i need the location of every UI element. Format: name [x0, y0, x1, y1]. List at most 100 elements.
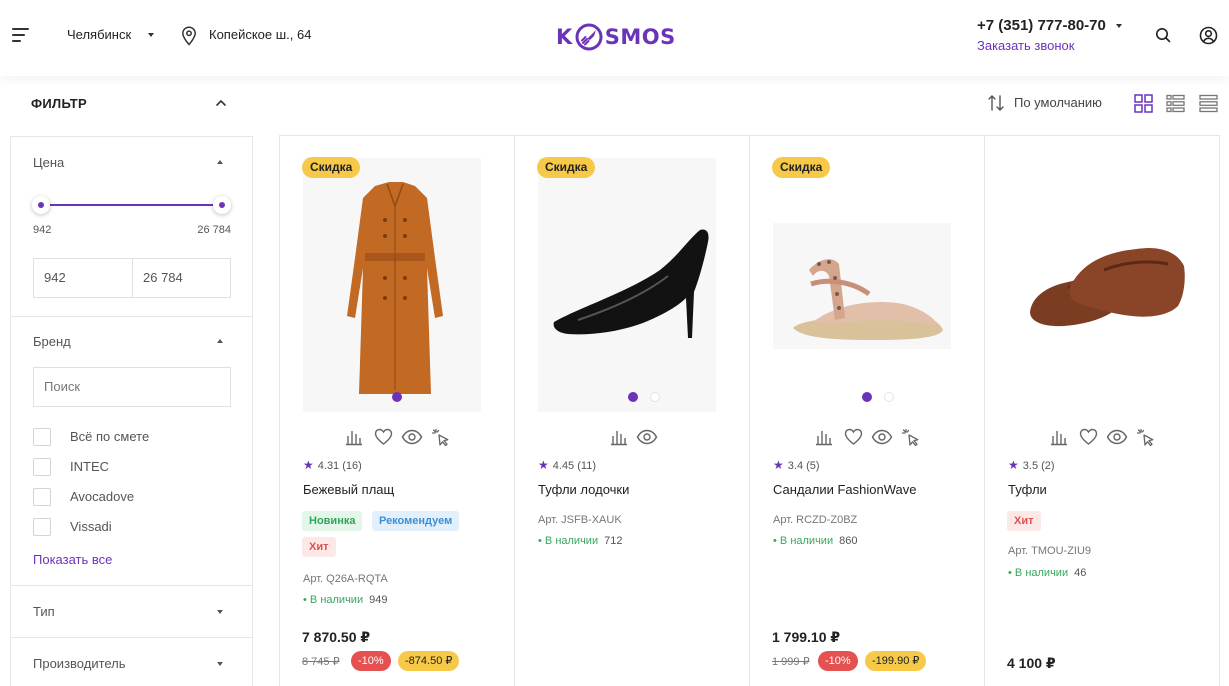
- product-article: Арт. TMOU-ZIU9: [1008, 545, 1092, 557]
- user-icon[interactable]: [1199, 26, 1218, 45]
- image-dot-active[interactable]: [392, 392, 402, 402]
- rating-value: 4.31 (16): [317, 460, 362, 472]
- phone-number[interactable]: +7 (351) 777-80-70: [977, 17, 1106, 34]
- filter-title[interactable]: ФИЛЬТР: [31, 96, 87, 111]
- product-image-loafers[interactable]: [1008, 158, 1186, 412]
- checkbox[interactable]: [33, 458, 51, 476]
- brand-search-input[interactable]: Поиск: [33, 367, 231, 407]
- compare-icon[interactable]: [345, 428, 363, 446]
- expand-manufacturer-icon[interactable]: [217, 662, 223, 666]
- city-caret-icon[interactable]: [148, 33, 154, 37]
- menu-icon[interactable]: [12, 28, 30, 42]
- sort-select[interactable]: По умолчанию: [1014, 95, 1102, 110]
- quick-view-eye-icon[interactable]: [1106, 428, 1128, 446]
- one-click-buy-icon[interactable]: [1136, 428, 1156, 447]
- discount-badge: Скидка: [302, 157, 361, 178]
- product-card[interactable]: Скидка ★ 3.4 (5) Сандалии FashionWave Арт…: [750, 136, 985, 686]
- product-image-trench-coat[interactable]: [303, 158, 481, 412]
- heart-icon[interactable]: [374, 428, 393, 446]
- store-address[interactable]: Копейское ш., 64: [209, 27, 311, 42]
- site-logo[interactable]: K SMOS: [556, 20, 676, 54]
- price-filter-title[interactable]: Цена: [33, 155, 64, 170]
- heart-icon[interactable]: [1079, 428, 1098, 446]
- discount-badge: Скидка: [772, 157, 831, 178]
- product-article: Арт. Q26A-RQTA: [303, 573, 388, 585]
- table-view-icon[interactable]: [1199, 94, 1218, 113]
- product-rating: ★ 3.4 (5): [773, 458, 820, 472]
- product-rating: ★ 3.5 (2): [1008, 458, 1055, 472]
- brand-option-label: Avocadove: [70, 489, 135, 504]
- tag-recommended: Рекомендуем: [372, 511, 460, 531]
- callback-link[interactable]: Заказать звонок: [977, 38, 1074, 53]
- brand-filter-title[interactable]: Бренд: [33, 334, 71, 349]
- quick-view-eye-icon[interactable]: [636, 428, 658, 446]
- discount-amount-badge: -874.50 ₽: [398, 651, 460, 671]
- city-selector[interactable]: Челябинск: [67, 27, 131, 42]
- product-image-pumps[interactable]: [538, 158, 716, 412]
- stock-qty: 712: [604, 535, 623, 547]
- quick-view-eye-icon[interactable]: [401, 428, 423, 446]
- rating-value: 4.45 (11): [552, 460, 596, 472]
- logo-text-k: K: [556, 25, 573, 49]
- location-pin-icon: [182, 26, 196, 46]
- stock-status: • В наличии 949: [303, 594, 388, 606]
- brand-filter: [11, 317, 252, 586]
- image-dot[interactable]: [650, 392, 660, 402]
- tag-new: Новинка: [302, 511, 363, 531]
- sort-icon[interactable]: [987, 94, 1005, 112]
- manufacturer-filter-title[interactable]: Производитель: [33, 656, 126, 671]
- manufacturer-filter[interactable]: Производитель: [11, 638, 252, 686]
- search-icon[interactable]: [1155, 27, 1171, 43]
- checkbox[interactable]: [33, 518, 51, 536]
- stock-status: • В наличии 712: [538, 535, 623, 547]
- one-click-buy-icon[interactable]: [901, 428, 921, 447]
- type-filter-title[interactable]: Тип: [33, 604, 55, 619]
- chevron-up-icon[interactable]: [215, 99, 227, 107]
- product-image-sandals[interactable]: [773, 158, 951, 412]
- stock-label: В наличии: [1014, 567, 1069, 579]
- checkbox[interactable]: [33, 428, 51, 446]
- type-filter[interactable]: Тип: [11, 586, 252, 638]
- expand-type-icon[interactable]: [217, 610, 223, 614]
- stock-label: В наличии: [779, 535, 834, 547]
- brand-option-label: INTEC: [70, 459, 109, 474]
- collapse-brand-icon[interactable]: [217, 339, 223, 343]
- collapse-price-icon[interactable]: [217, 160, 223, 164]
- filter-sidebar: Цена 942 26 784 942 26 784 Бренд Поиск В…: [10, 136, 253, 686]
- image-dot-active[interactable]: [628, 392, 638, 402]
- product-name[interactable]: Бежевый плащ: [303, 482, 394, 497]
- product-name[interactable]: Туфли: [1008, 482, 1047, 497]
- price-slider-min-handle[interactable]: [32, 196, 50, 214]
- stock-status: • В наличии 860: [773, 535, 858, 547]
- compare-icon[interactable]: [815, 428, 833, 446]
- product-name[interactable]: Сандалии FashionWave: [773, 482, 916, 497]
- product-card[interactable]: ★ 3.5 (2) Туфли Хит Арт. TMOU-ZIU9 • В на…: [985, 136, 1220, 686]
- phone-caret-icon[interactable]: [1116, 24, 1122, 28]
- price-filter: Цена 942 26 784 942 26 784: [11, 137, 252, 317]
- product-card[interactable]: Скидка ★ 4.45 (11) Туфли лодочки Арт. JSF…: [515, 136, 750, 686]
- price-slider-track[interactable]: [41, 204, 222, 206]
- compare-icon[interactable]: [1050, 428, 1068, 446]
- checkbox[interactable]: [33, 488, 51, 506]
- show-all-brands-link[interactable]: Показать все: [33, 552, 112, 567]
- quick-view-eye-icon[interactable]: [871, 428, 893, 446]
- product-article: Арт. RCZD-Z0BZ: [773, 514, 858, 526]
- heart-icon[interactable]: [844, 428, 863, 446]
- compare-icon[interactable]: [610, 428, 628, 446]
- product-rating: ★ 4.45 (11): [538, 458, 596, 472]
- price-max-label: 26 784: [197, 224, 231, 236]
- product-card[interactable]: Скидка ★ 4.31 (16) Бежевый плащ Новинка Р…: [280, 136, 515, 686]
- price-slider-max-handle[interactable]: [213, 196, 231, 214]
- image-dot[interactable]: [884, 392, 894, 402]
- price-to-input[interactable]: 26 784: [143, 270, 183, 285]
- grid-view-icon[interactable]: [1134, 94, 1153, 113]
- product-price: 4 100 ₽: [1007, 655, 1056, 671]
- image-dot-active[interactable]: [862, 392, 872, 402]
- star-icon: ★: [1008, 458, 1019, 472]
- one-click-buy-icon[interactable]: [431, 428, 451, 447]
- price-from-input[interactable]: 942: [44, 270, 66, 285]
- product-grid: Скидка ★ 4.31 (16) Бежевый плащ Новинка Р…: [279, 135, 1220, 686]
- stock-label: В наличии: [544, 535, 599, 547]
- product-name[interactable]: Туфли лодочки: [538, 482, 629, 497]
- list-view-icon[interactable]: [1166, 94, 1185, 113]
